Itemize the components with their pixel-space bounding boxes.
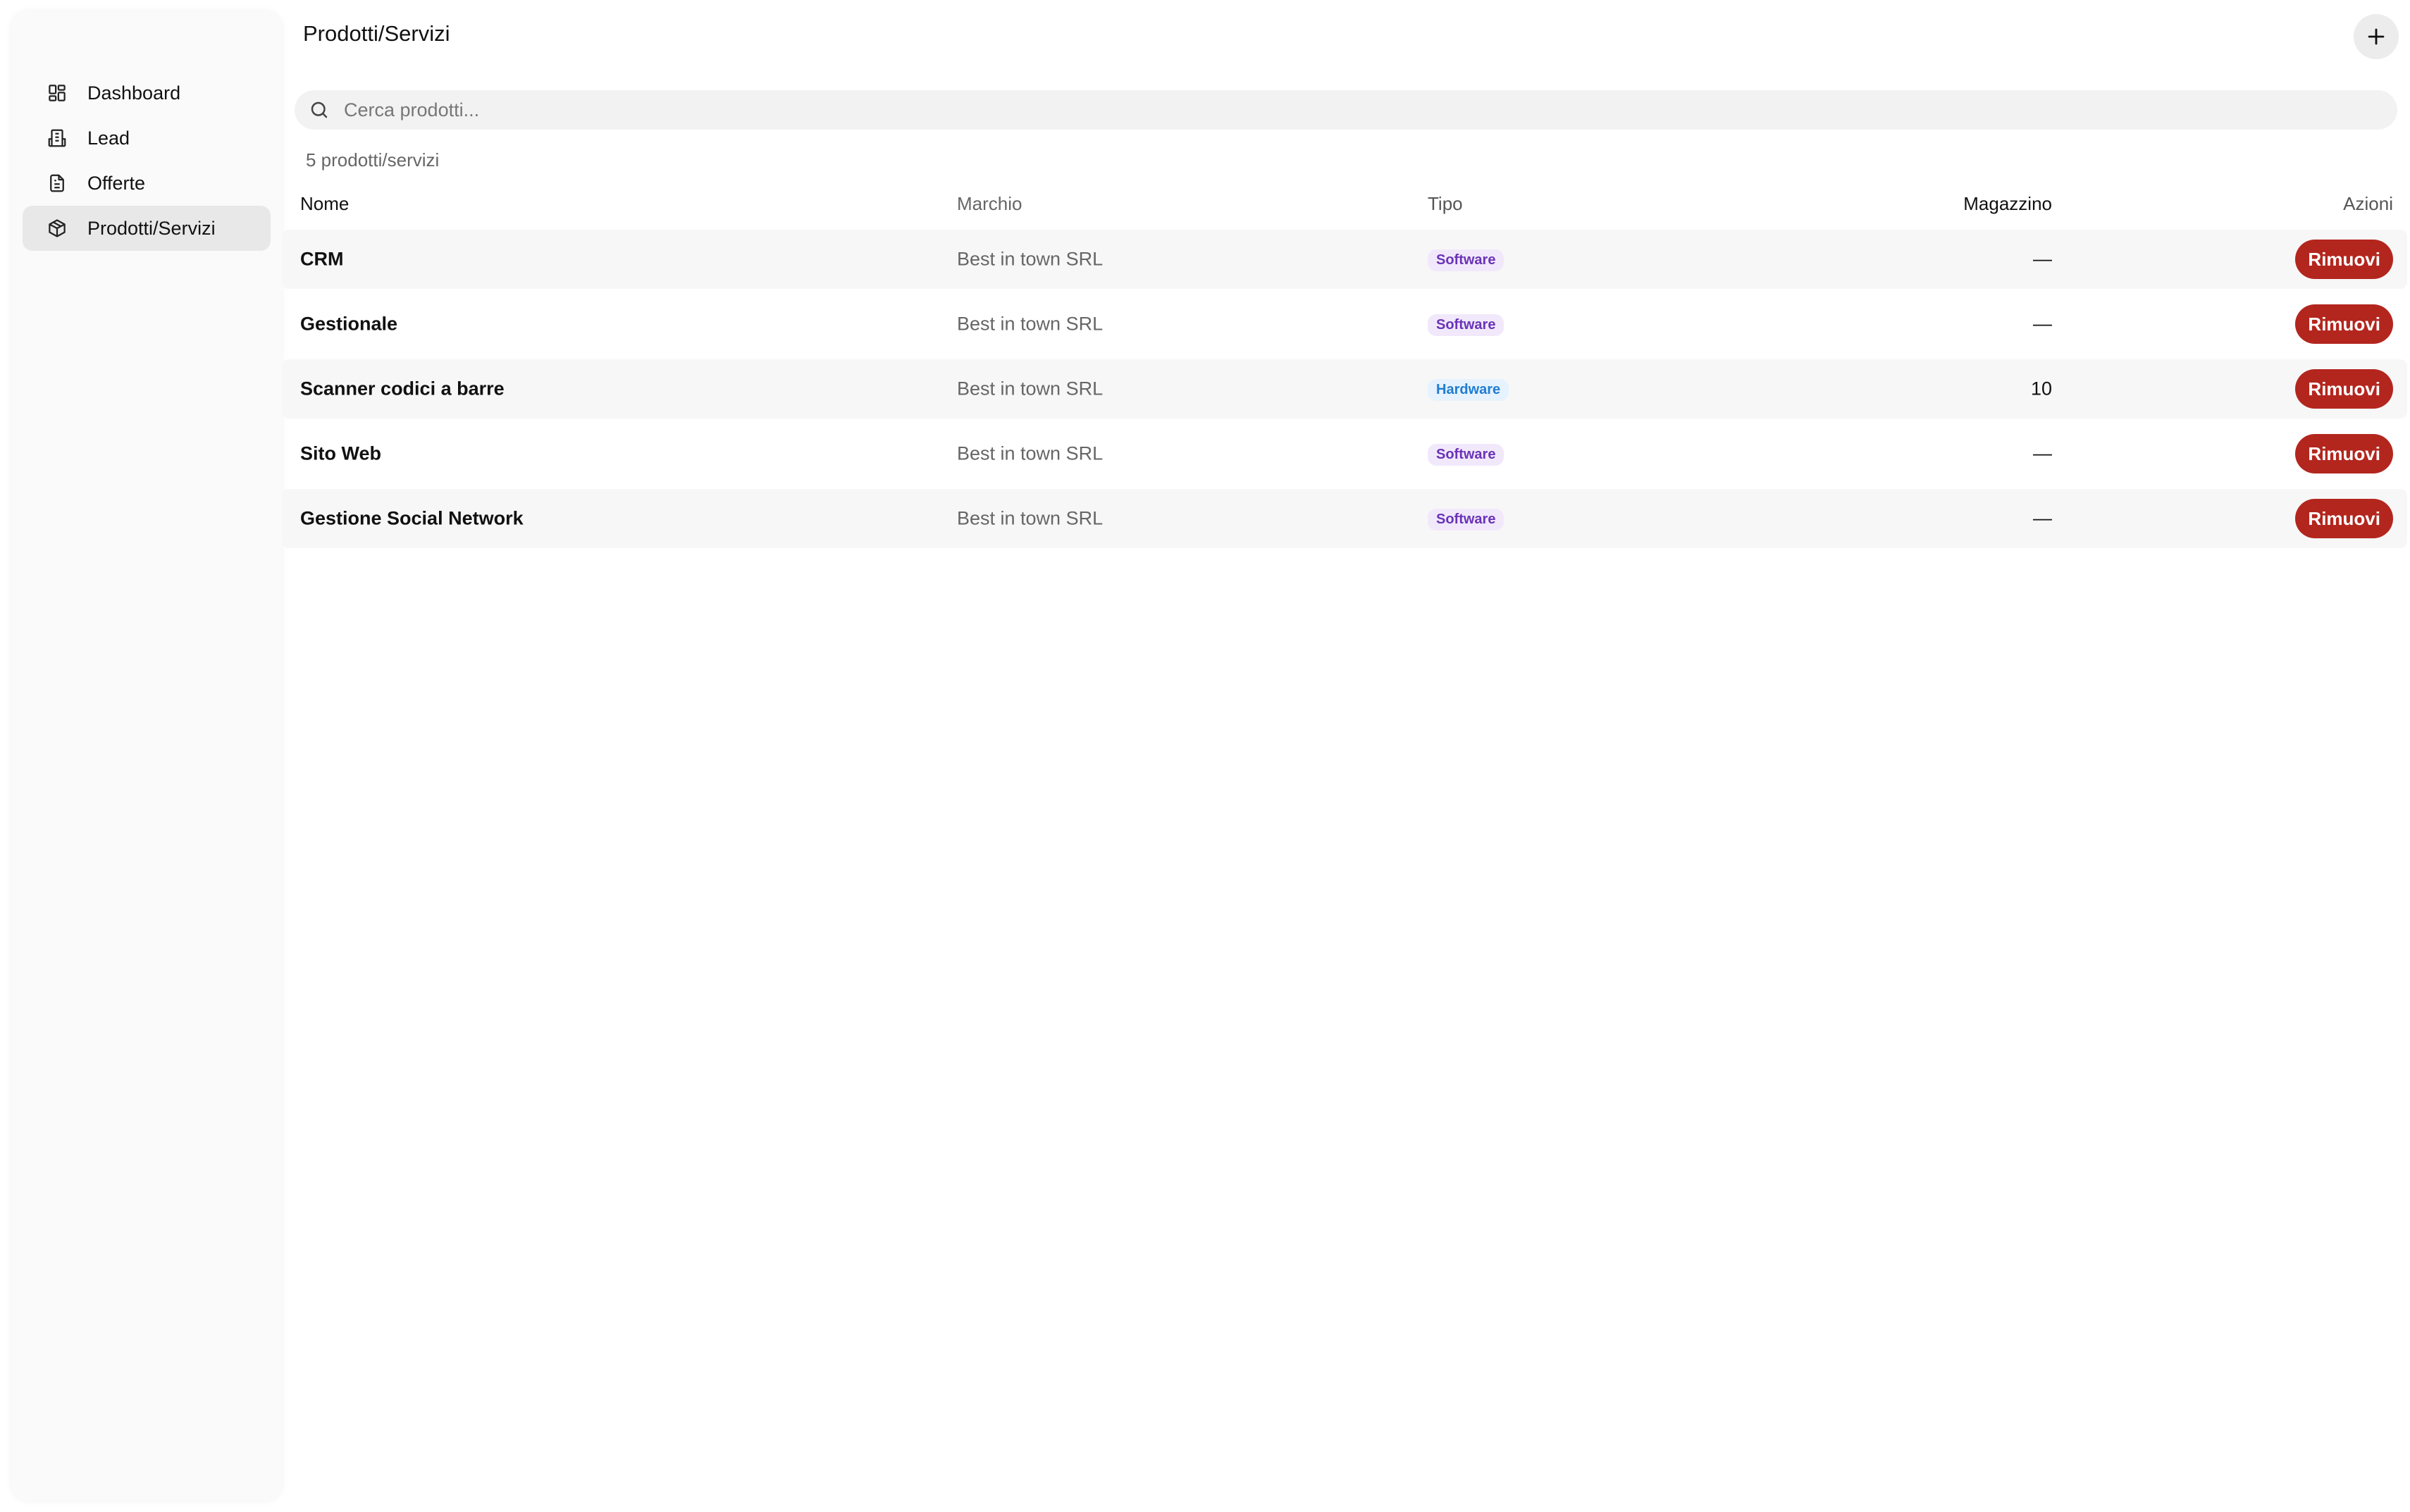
search-icon xyxy=(307,98,331,122)
table-row[interactable]: CRM Best in town SRL Software — Rimuovi xyxy=(282,230,2407,289)
action-cell: Rimuovi xyxy=(2295,499,2393,538)
remove-button[interactable]: Rimuovi xyxy=(2295,304,2393,344)
app: Dashboard Lead Offerte Prodotti/Servizi … xyxy=(0,0,2410,1512)
column-header-name[interactable]: Nome xyxy=(300,193,349,215)
product-brand: Best in town SRL xyxy=(957,442,1104,464)
type-badge: Software xyxy=(1428,509,1504,531)
column-header-type[interactable]: Tipo xyxy=(1428,193,1463,215)
remove-button[interactable]: Rimuovi xyxy=(2295,369,2393,409)
sidebar-item-offerte[interactable]: Offerte xyxy=(23,161,271,206)
main-content: Prodotti/Servizi 5 prodotti/servizi Nome… xyxy=(282,0,2410,1512)
product-stock: 10 xyxy=(2030,378,2052,399)
package-icon xyxy=(45,216,69,240)
item-count: 5 prodotti/servizi xyxy=(306,149,440,171)
product-brand: Best in town SRL xyxy=(957,313,1104,335)
sidebar-item-prodotti-servizi[interactable]: Prodotti/Servizi xyxy=(23,206,271,251)
table-header: Nome Marchio Tipo Magazzino Azioni xyxy=(282,185,2407,230)
sidebar-item-label: Offerte xyxy=(87,172,146,194)
product-stock: — xyxy=(2033,248,2052,270)
type-cell: Software xyxy=(1428,247,1504,271)
table-row[interactable]: Scanner codici a barre Best in town SRL … xyxy=(282,359,2407,419)
type-badge: Software xyxy=(1428,314,1504,336)
type-badge: Software xyxy=(1428,444,1504,466)
sidebar: Dashboard Lead Offerte Prodotti/Servizi xyxy=(11,11,282,1501)
add-product-button[interactable] xyxy=(2354,14,2399,59)
action-cell: Rimuovi xyxy=(2295,240,2393,279)
column-header-actions: Azioni xyxy=(2343,193,2393,214)
sidebar-item-label: Prodotti/Servizi xyxy=(87,217,216,239)
remove-button[interactable]: Rimuovi xyxy=(2295,499,2393,538)
type-badge: Hardware xyxy=(1428,379,1509,401)
product-name: Gestionale xyxy=(300,313,398,335)
action-cell: Rimuovi xyxy=(2295,369,2393,409)
remove-button[interactable]: Rimuovi xyxy=(2295,434,2393,473)
sidebar-item-dashboard[interactable]: Dashboard xyxy=(23,70,271,116)
product-stock: — xyxy=(2033,313,2052,335)
products-table: Nome Marchio Tipo Magazzino Azioni CRM B… xyxy=(282,185,2407,554)
product-brand: Best in town SRL xyxy=(957,507,1104,529)
page-title: Prodotti/Servizi xyxy=(303,21,450,46)
column-header-brand[interactable]: Marchio xyxy=(957,193,1022,215)
type-cell: Software xyxy=(1428,507,1504,531)
product-name: Sito Web xyxy=(300,442,382,464)
plus-icon xyxy=(2368,28,2385,45)
type-cell: Software xyxy=(1428,312,1504,336)
product-name: Scanner codici a barre xyxy=(300,378,505,399)
product-brand: Best in town SRL xyxy=(957,378,1104,399)
table-row[interactable]: Gestione Social Network Best in town SRL… xyxy=(282,489,2407,548)
remove-button[interactable]: Rimuovi xyxy=(2295,240,2393,279)
type-badge: Software xyxy=(1428,249,1504,271)
sidebar-item-label: Lead xyxy=(87,127,130,149)
action-cell: Rimuovi xyxy=(2295,304,2393,344)
product-brand: Best in town SRL xyxy=(957,248,1104,270)
table-row[interactable]: Sito Web Best in town SRL Software — Rim… xyxy=(282,424,2407,483)
product-name: CRM xyxy=(300,248,344,270)
product-name: Gestione Social Network xyxy=(300,507,524,529)
product-stock: — xyxy=(2033,507,2052,529)
document-icon xyxy=(45,171,69,195)
column-header-stock[interactable]: Magazzino xyxy=(1963,193,2052,215)
type-cell: Hardware xyxy=(1428,377,1509,401)
table-body: CRM Best in town SRL Software — Rimuovi … xyxy=(282,230,2407,548)
table-row[interactable]: Gestionale Best in town SRL Software — R… xyxy=(282,295,2407,354)
search-input[interactable] xyxy=(342,98,2318,122)
sidebar-item-lead[interactable]: Lead xyxy=(23,116,271,161)
sidebar-item-label: Dashboard xyxy=(87,82,181,104)
product-stock: — xyxy=(2033,442,2052,464)
dashboard-icon xyxy=(45,81,69,105)
building-icon xyxy=(45,126,69,150)
type-cell: Software xyxy=(1428,442,1504,466)
action-cell: Rimuovi xyxy=(2295,434,2393,473)
search-bar xyxy=(295,90,2397,130)
